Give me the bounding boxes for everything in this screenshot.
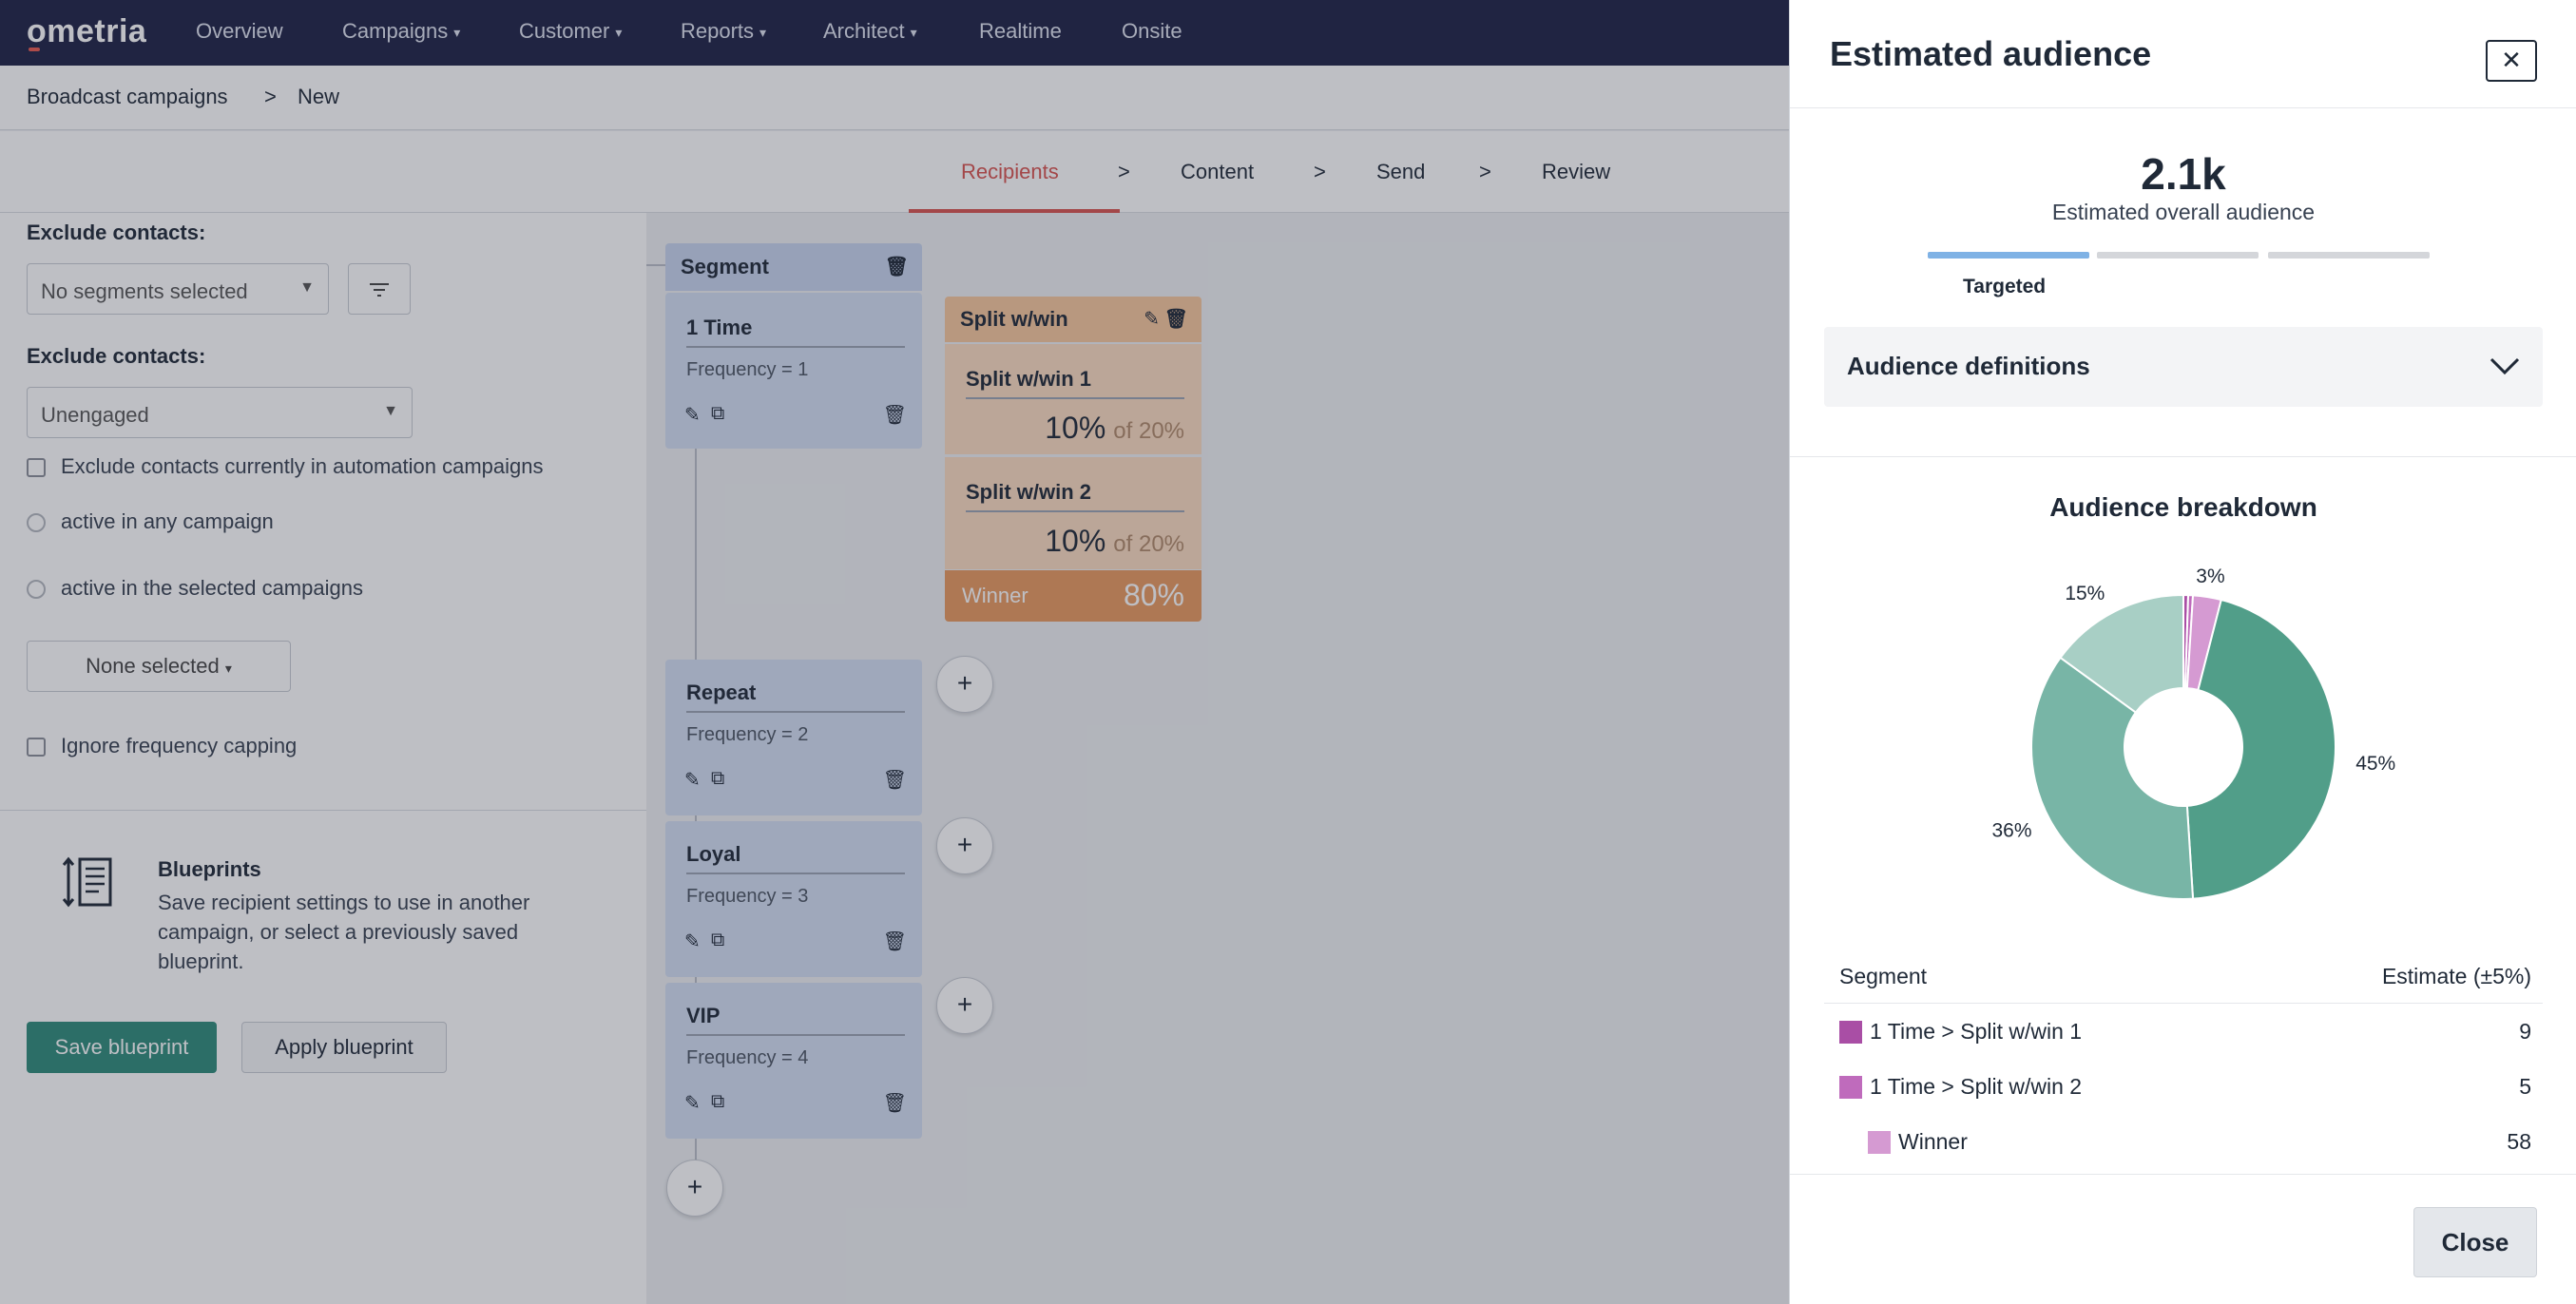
pie-slice-label: 3% bbox=[2196, 566, 2224, 587]
chevron-down-icon bbox=[2489, 357, 2520, 375]
row-value: 58 bbox=[2507, 1129, 2531, 1154]
row-value: 9 bbox=[2519, 1019, 2531, 1044]
row-label: 1 Time > Split w/win 2 bbox=[1870, 1074, 2083, 1099]
close-icon[interactable]: ✕ bbox=[2486, 40, 2537, 82]
column-segment: Segment bbox=[1839, 964, 1928, 988]
drawer-footer: Close bbox=[1790, 1174, 2576, 1304]
table-row: 1 Time > Split w/win 1 9 bbox=[1824, 1004, 2543, 1059]
table-row: 1 Time > Split w/win 2 5 bbox=[1824, 1059, 2543, 1114]
drawer-header: Estimated audience ✕ bbox=[1790, 0, 2576, 108]
modal-backdrop[interactable] bbox=[0, 0, 1789, 1304]
estimated-audience-drawer: Estimated audience ✕ 2.1k Estimated over… bbox=[1789, 0, 2576, 1304]
estimated-audience-caption: Estimated overall audience bbox=[2051, 200, 2316, 224]
column-estimate: Estimate (±5%) bbox=[2381, 964, 2531, 988]
audience-definitions-accordion[interactable]: Audience definitions bbox=[1824, 327, 2543, 407]
audience-definitions-label: Audience definitions bbox=[1847, 352, 2090, 380]
progress-bar-segment bbox=[2268, 252, 2430, 259]
table-row: Winner 58 bbox=[1824, 1114, 2543, 1169]
row-label: Winner bbox=[1898, 1129, 1968, 1154]
row-value: 5 bbox=[2519, 1074, 2531, 1099]
close-button[interactable]: Close bbox=[2413, 1207, 2537, 1277]
legend-swatch bbox=[1868, 1131, 1891, 1154]
targeted-label: Targeted bbox=[1963, 276, 2047, 297]
estimated-audience-count: 2.1k bbox=[2141, 149, 2226, 199]
drawer-title: Estimated audience bbox=[1830, 34, 2152, 73]
legend-swatch bbox=[1839, 1021, 1862, 1044]
breakdown-table-header: Segment Estimate (±5%) bbox=[1824, 958, 2543, 1004]
progress-bar-targeted bbox=[1928, 252, 2089, 259]
progress-bar-segment bbox=[2097, 252, 2259, 259]
pie-slice-label: 36% bbox=[1991, 820, 2031, 842]
legend-swatch bbox=[1839, 1076, 1862, 1099]
audience-breakdown-pie-chart: 3% 45% 36% 15% bbox=[1991, 566, 2395, 900]
row-label: 1 Time > Split w/win 1 bbox=[1870, 1019, 2083, 1044]
pie-slice-label: 15% bbox=[2065, 583, 2105, 604]
breakdown-title: Audience breakdown bbox=[2049, 492, 2317, 522]
pie-slice[interactable] bbox=[2185, 598, 2336, 900]
pie-slice-label: 45% bbox=[2355, 753, 2395, 775]
divider bbox=[1790, 456, 2576, 457]
